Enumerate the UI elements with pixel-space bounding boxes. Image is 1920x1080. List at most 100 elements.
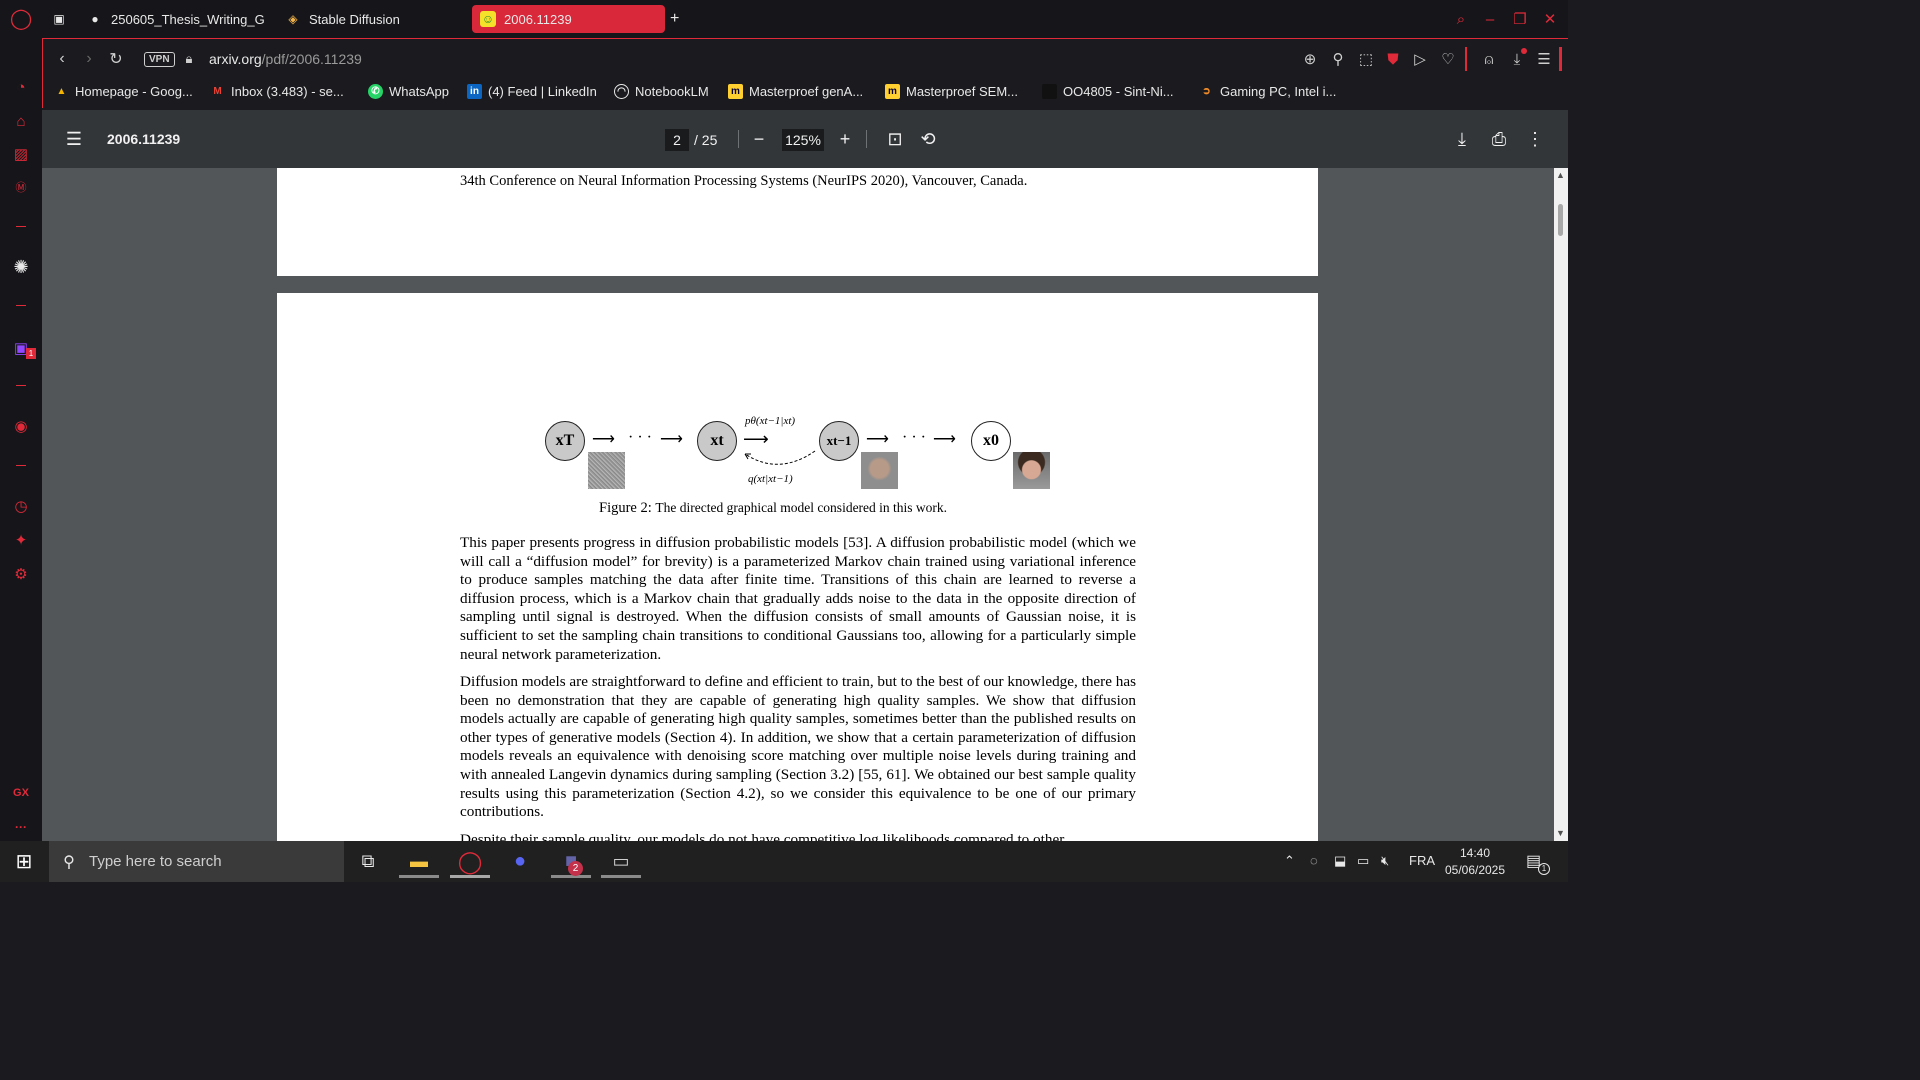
forward-button[interactable]: › xyxy=(78,48,100,70)
history-icon[interactable]: ◷ xyxy=(10,495,32,517)
menu-icon[interactable]: ☰ xyxy=(62,127,86,151)
globe-icon: ● xyxy=(91,12,99,26)
noise-sample-image xyxy=(588,452,625,489)
bookmark-label: Masterproef genA... xyxy=(749,84,864,99)
page-number-input[interactable]: 2 xyxy=(665,129,689,151)
node-xt-minus-1: xt−1 xyxy=(819,421,859,461)
pocket-icon[interactable]: ⛊ xyxy=(1383,49,1403,69)
snapshot-icon[interactable]: ⬚ xyxy=(1356,49,1376,69)
bookmark-oo4805[interactable]: OO4805 - Sint-Ni... xyxy=(1042,84,1174,99)
tab-thesis[interactable]: ● 250605_Thesis_Writing_G xyxy=(87,5,265,33)
arrow-icon: ⟶ xyxy=(592,431,615,448)
pdf-viewer[interactable]: 34th Conference on Neural Information Pr… xyxy=(42,168,1554,841)
page-total: / 25 xyxy=(694,132,718,148)
arrow-icon: ⟶ xyxy=(660,431,683,448)
bookmark-gaming-pc[interactable]: ➲ Gaming PC, Intel i... xyxy=(1199,84,1336,99)
tray-overflow-icon[interactable]: ⌃ xyxy=(1284,853,1295,869)
settings-icon[interactable]: ⚙ xyxy=(10,563,32,585)
pinboard-icon[interactable]: ▨ xyxy=(10,143,32,165)
bookmark-gmail[interactable]: M Inbox (3.483) - se... xyxy=(210,84,343,99)
bookmark-masterproef-gena[interactable]: m Masterproef genA... xyxy=(728,84,863,99)
minimize-icon[interactable]: – xyxy=(1479,8,1501,30)
bookmark-label: Masterproef SEM... xyxy=(906,84,1018,99)
easy-setup-icon[interactable]: ☰ xyxy=(1534,49,1554,69)
chatgpt-icon[interactable]: ✺ xyxy=(10,256,32,278)
reload-button[interactable]: ↻ xyxy=(105,48,127,70)
sidebar-divider xyxy=(16,305,26,306)
bookmark-homepage[interactable]: ▲ Homepage - Goog... xyxy=(54,84,193,99)
task-view-icon[interactable]: ⧉ xyxy=(348,845,388,878)
more-icon[interactable]: ··· xyxy=(10,816,32,838)
scroll-thumb[interactable] xyxy=(1558,204,1563,236)
rotate-icon[interactable]: ⟲ xyxy=(916,127,940,151)
zoom-icon[interactable]: ⊕ xyxy=(1300,49,1320,69)
toolbar-divider xyxy=(1465,47,1467,71)
bookmark-notebooklm[interactable]: ◠ NotebookLM xyxy=(614,84,709,99)
gx-label[interactable]: GX xyxy=(10,782,32,804)
bookmark-label: Gaming PC, Intel i... xyxy=(1220,84,1337,99)
windows-start-icon[interactable]: ⊞ xyxy=(4,845,44,878)
battery-icon[interactable]: ▭ xyxy=(1357,853,1369,869)
miro-icon: m xyxy=(728,84,743,99)
taskbar-search[interactable]: ⚲ Type here to search xyxy=(49,841,344,882)
back-button[interactable]: ‹ xyxy=(51,48,73,70)
url-field[interactable]: arxiv.org/pdf/2006.11239 xyxy=(209,51,362,67)
lock-icon[interactable]: 🔒︎ xyxy=(178,48,200,70)
scroll-down-icon[interactable]: ▼ xyxy=(1556,828,1565,838)
address-bar: ‹ › ↻ VPN 🔒︎ arxiv.org/pdf/2006.11239 ⊕ … xyxy=(42,38,1568,78)
bookmark-label: (4) Feed | LinkedIn xyxy=(488,84,597,99)
search-tabs-icon[interactable]: ⌕ xyxy=(1450,8,1472,30)
extensions-icon[interactable]: ✦ xyxy=(10,529,32,551)
pin-icon[interactable]: ⚲ xyxy=(1328,49,1348,69)
file-explorer-icon[interactable]: ▬ xyxy=(399,845,439,878)
close-icon[interactable]: ✕ xyxy=(1539,8,1561,30)
new-tab-button[interactable]: + xyxy=(670,5,686,33)
print-icon[interactable]: ⎙ xyxy=(1487,127,1511,151)
workspace-icon[interactable]: ⌂ xyxy=(10,110,32,132)
node-x0: x0 xyxy=(971,421,1011,461)
arrow-icon: ⟶ xyxy=(866,431,889,448)
messenger-icon[interactable]: Ⓜ xyxy=(10,176,32,198)
pdf-toolbar: ☰ 2006.11239 2 / 25 − 125% + ⊡ ⟲ ⤓ ⎙ ⋮ xyxy=(42,110,1568,168)
pdf-title: 2006.11239 xyxy=(107,131,181,147)
tab-stable-diffusion[interactable]: ◈ Stable Diffusion xyxy=(285,5,465,33)
network-icon[interactable]: ◌ xyxy=(1310,853,1318,868)
volume-muted-icon[interactable]: 🔇︎ xyxy=(1381,853,1389,869)
restore-icon[interactable]: ❐ xyxy=(1509,8,1531,30)
bookmark-linkedin[interactable]: in (4) Feed | LinkedIn xyxy=(467,84,597,99)
tab-arxiv[interactable]: ☺ 2006.11239 xyxy=(472,5,665,33)
opera-gx-icon[interactable]: ◯ xyxy=(450,845,490,878)
figure-caption: Figure 2: The directed graphical model c… xyxy=(599,500,947,517)
language-indicator[interactable]: FRA xyxy=(1409,853,1435,868)
arrow-icon: ⟶ xyxy=(743,429,769,449)
zoom-out-button[interactable]: − xyxy=(747,127,771,151)
bookmark-whatsapp[interactable]: ✆ WhatsApp xyxy=(368,84,449,99)
meet-icon[interactable]: ⬓ xyxy=(1334,853,1346,869)
discord-icon[interactable]: ● xyxy=(500,845,540,878)
speed-dial-icon[interactable]: ◔ xyxy=(10,76,32,98)
scrollbar[interactable]: ▲ ▼ xyxy=(1554,168,1568,841)
terminal-icon[interactable]: ▭ xyxy=(601,845,641,878)
conference-line: 34th Conference on Neural Information Pr… xyxy=(460,173,1028,189)
scroll-up-icon[interactable]: ▲ xyxy=(1556,170,1565,180)
sidebar-divider xyxy=(16,226,26,227)
download-icon[interactable]: ⤓ xyxy=(1450,127,1474,151)
zoom-in-button[interactable]: + xyxy=(833,127,857,151)
more-options-icon[interactable]: ⋮ xyxy=(1523,127,1547,151)
send-icon[interactable]: ▷ xyxy=(1410,49,1430,69)
bookmark-masterproef-sem[interactable]: m Masterproef SEM... xyxy=(885,84,1018,99)
opera-logo-icon[interactable]: ◯ xyxy=(10,7,32,30)
search-icon: ⚲ xyxy=(63,853,75,871)
zoom-input[interactable]: 125% xyxy=(782,129,824,151)
tab-label: 2006.11239 xyxy=(504,11,572,27)
site-icon xyxy=(1042,84,1057,99)
paragraph-3: Despite their sample quality, our models… xyxy=(460,831,1065,841)
music-player-icon[interactable]: ◉ xyxy=(10,415,32,437)
tab-menu-icon[interactable]: ▣ xyxy=(52,5,74,33)
clock[interactable]: 14:40 05/06/2025 xyxy=(1440,845,1510,879)
fit-page-icon[interactable]: ⊡ xyxy=(883,127,907,151)
vpn-badge[interactable]: VPN xyxy=(144,52,175,67)
face-image xyxy=(1013,452,1050,489)
profile-icon[interactable]: ⍝ xyxy=(1479,49,1499,69)
favorites-icon[interactable]: ♡ xyxy=(1438,49,1458,69)
